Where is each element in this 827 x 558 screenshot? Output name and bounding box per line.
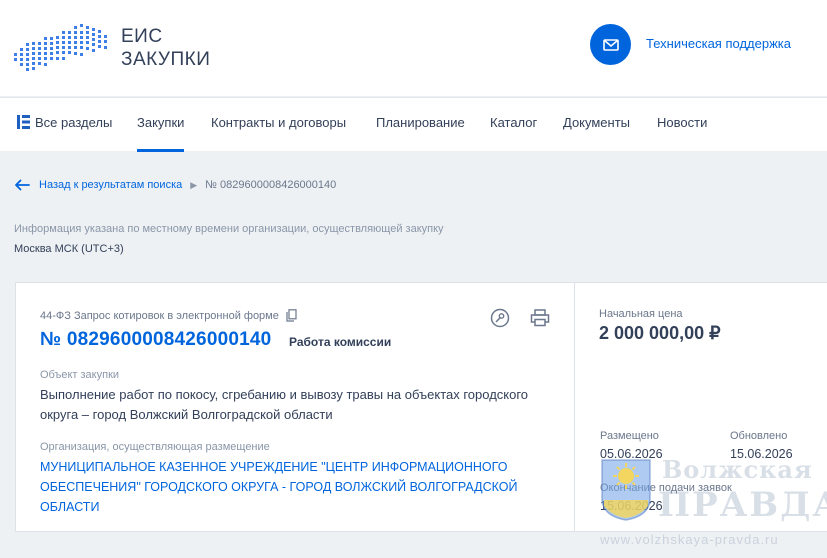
timezone-value: Москва МСК (UTC+3): [14, 243, 124, 255]
updated-label: Обновлено: [730, 430, 788, 442]
law-type-label: 44-ФЗ Запрос котировок в электронной фор…: [40, 309, 279, 322]
chevron-right-icon: ▶: [190, 179, 198, 190]
back-to-results-link[interactable]: Назад к результатам поиска: [39, 179, 182, 191]
support-mail-button[interactable]: [590, 24, 631, 65]
law-type: 44-ФЗ Запрос котировок в электронной фор…: [40, 309, 297, 322]
object-description: Выполнение работ по покосу, сгребанию и …: [40, 387, 529, 422]
main-nav: Все разделы Закупки Контракты и договоры…: [0, 97, 827, 152]
nav-news[interactable]: Новости: [657, 98, 707, 152]
updated-date: 15.06.2026: [730, 447, 793, 461]
breadcrumb-current: № 0829600008426000140: [205, 179, 337, 191]
nav-documents[interactable]: Документы: [563, 98, 630, 152]
organization-label: Организация, осуществляющая размещение: [40, 441, 270, 453]
print-icon[interactable]: [529, 307, 551, 329]
start-price: 2 000 000,00 ₽: [599, 323, 721, 343]
placed-label: Размещено: [600, 430, 659, 442]
purchase-summary: Начальная цена 2 000 000,00 ₽ Размещено …: [574, 282, 827, 532]
logo-line-2: ЗАКУПКИ: [121, 49, 211, 70]
logo-line-1: ЕИС: [121, 26, 163, 47]
nav-catalog[interactable]: Каталог: [490, 98, 537, 152]
watermark-url: www.volzhskaya-pravda.ru: [600, 532, 779, 547]
russia-map-logo-icon[interactable]: [14, 22, 114, 74]
copy-icon[interactable]: [286, 309, 297, 322]
deadline-label: Окончание подачи заявок: [600, 482, 732, 494]
sections-icon: [17, 115, 30, 130]
deadline-date: 15.06.2026: [600, 499, 663, 513]
nav-contracts[interactable]: Контракты и договоры: [211, 98, 346, 152]
price-label: Начальная цена: [599, 308, 683, 320]
nav-purchases[interactable]: Закупки: [137, 98, 185, 152]
support-link[interactable]: Техническая поддержка: [646, 36, 791, 51]
arrow-left-icon[interactable]: [14, 179, 30, 191]
breadcrumb: Назад к результатам поиска ▶ № 082960000…: [14, 179, 336, 191]
nav-planning[interactable]: Планирование: [376, 98, 465, 152]
site-logo-text[interactable]: ЕИС ЗАКУПКИ: [121, 25, 210, 71]
nav-all-sections[interactable]: Все разделы: [17, 98, 112, 152]
object-label: Объект закупки: [40, 369, 120, 381]
organization-link[interactable]: МУНИЦИПАЛЬНОЕ КАЗЕННОЕ УЧРЕЖДЕНИЕ "ЦЕНТР…: [40, 457, 540, 517]
key-icon[interactable]: [489, 307, 511, 329]
nav-all-sections-label: Все разделы: [35, 115, 113, 130]
placed-date: 05.06.2026: [600, 447, 663, 461]
timezone-note: Информация указана по местному времени о…: [14, 223, 444, 235]
mail-icon: [602, 38, 619, 51]
purchase-number-link[interactable]: № 0829600008426000140: [40, 329, 271, 351]
purchase-stage: Работа комиссии: [289, 335, 392, 349]
purchase-card: 44-ФЗ Запрос котировок в электронной фор…: [15, 282, 575, 532]
site-header: ЕИС ЗАКУПКИ Техническая поддержка: [0, 0, 827, 96]
